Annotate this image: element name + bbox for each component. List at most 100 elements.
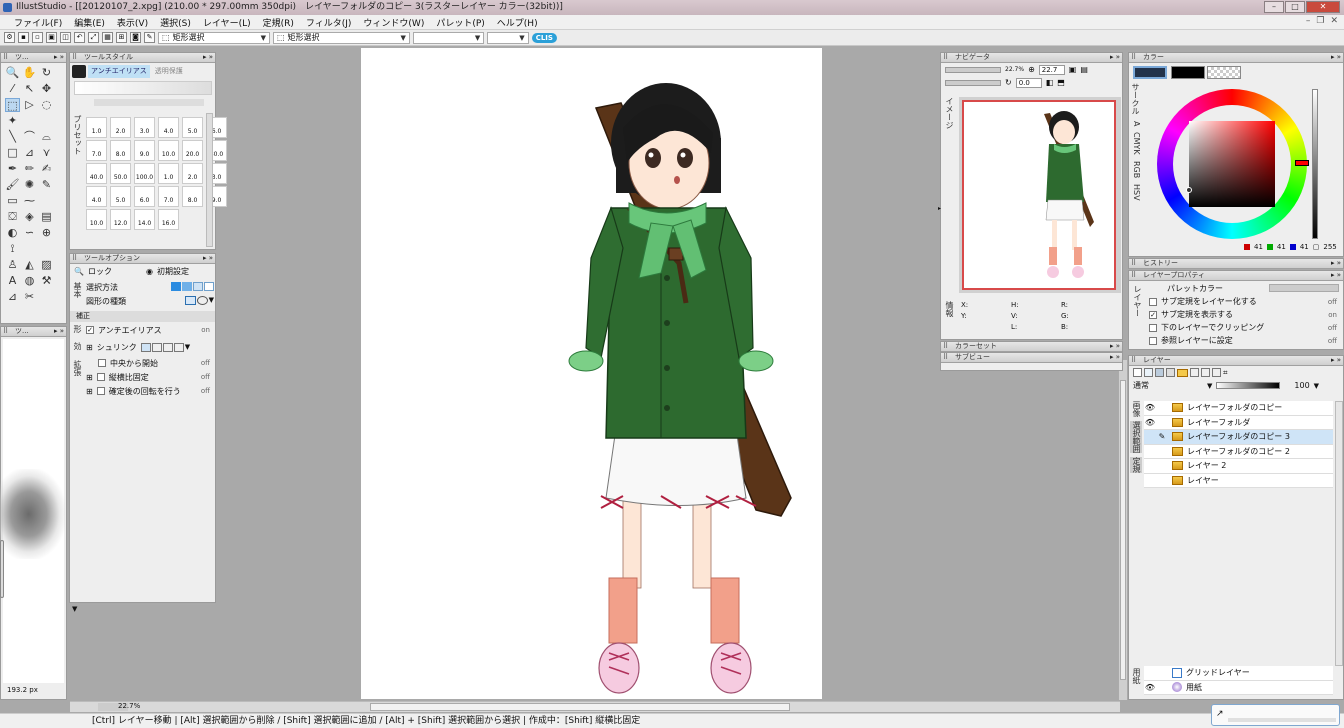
- new-selection-icon[interactable]: [171, 282, 181, 291]
- panel-menu-icon[interactable]: ▸ »: [203, 53, 213, 62]
- navigator-preview[interactable]: [959, 97, 1121, 293]
- scroll-thumb[interactable]: [1120, 380, 1126, 680]
- layer-prop-checkbox[interactable]: [1149, 323, 1157, 332]
- preset-scrollbar[interactable]: [206, 113, 213, 247]
- panel-menu-icon[interactable]: ▸ »: [1331, 271, 1341, 280]
- image-icon[interactable]: ▨: [39, 258, 54, 272]
- new-layer-icon[interactable]: [1133, 368, 1142, 377]
- lock-layer-icon[interactable]: [1212, 368, 1221, 377]
- stamp-icon[interactable]: ♙: [5, 258, 20, 272]
- tab-ruler-layers[interactable]: 定規: [1130, 457, 1142, 473]
- panel-menu-icon[interactable]: ▸ »: [54, 53, 64, 62]
- pen-icon[interactable]: ✎: [144, 32, 155, 43]
- option-select-3[interactable]: ▼: [412, 31, 485, 44]
- fix-ratio-checkbox[interactable]: [96, 373, 105, 381]
- eyedropper-icon[interactable]: ⁄: [5, 82, 20, 96]
- zoom-slider[interactable]: [945, 66, 1001, 73]
- main-color-swatch[interactable]: [1133, 66, 1167, 79]
- doc-close-button[interactable]: ✕: [1330, 16, 1338, 26]
- fit-icon[interactable]: ▣: [1069, 65, 1077, 74]
- doc-minimize-button[interactable]: –: [1306, 16, 1311, 26]
- layer-row[interactable]: レイヤーフォルダのコピー 2: [1144, 444, 1333, 459]
- shrink-mode-3-icon[interactable]: [162, 342, 173, 352]
- add-selection-icon[interactable]: [182, 282, 192, 291]
- menu-palette[interactable]: パレット(P): [436, 16, 484, 29]
- clip-studio-button[interactable]: CLIS: [531, 32, 557, 43]
- shrink-mode-4-icon[interactable]: [173, 342, 184, 352]
- brush-preset[interactable]: 7.0: [86, 140, 107, 161]
- brush-preset[interactable]: 4.0: [158, 117, 179, 138]
- eye-icon[interactable]: 👁: [1144, 403, 1156, 412]
- hue-cursor[interactable]: [1295, 160, 1309, 166]
- brush-preset[interactable]: 12.0: [110, 209, 131, 230]
- gradient-icon[interactable]: ▤: [39, 210, 54, 224]
- view-mode-icon[interactable]: ▤: [1080, 65, 1088, 74]
- palette-color-select[interactable]: [1269, 284, 1339, 292]
- layer-row[interactable]: レイヤー: [1144, 473, 1333, 488]
- tab-circle[interactable]: サークル: [1131, 83, 1141, 115]
- layer-prop-checkbox[interactable]: [1149, 297, 1157, 306]
- mask-icon[interactable]: [1201, 368, 1210, 377]
- panel-menu-icon[interactable]: ▸ »: [54, 327, 64, 336]
- tab-antialias[interactable]: アンチエイリアス: [88, 65, 150, 78]
- expand-icon[interactable]: ⊞: [86, 373, 93, 382]
- brush-preset[interactable]: 100.0: [134, 163, 155, 184]
- panel-menu-icon[interactable]: ▸ »: [1110, 53, 1120, 62]
- blur-icon[interactable]: ⁓: [22, 194, 37, 208]
- panel-menu-icon[interactable]: ▸ »: [203, 254, 213, 263]
- fit-icon[interactable]: ⤢: [88, 32, 99, 43]
- layer-prop-checkbox[interactable]: [1149, 336, 1157, 345]
- dodge-icon[interactable]: ◭: [22, 258, 37, 272]
- brush-preset[interactable]: 50.0: [110, 163, 131, 184]
- line-icon[interactable]: ╲: [5, 130, 20, 144]
- move-icon[interactable]: ✥: [39, 82, 54, 96]
- layer-row[interactable]: 👁 レイヤーフォルダのコピー: [1144, 401, 1333, 416]
- save-icon[interactable]: ▣: [46, 32, 57, 43]
- pen-tool-icon[interactable]: ✒: [5, 162, 20, 176]
- canvas-paper[interactable]: [361, 48, 822, 699]
- new-folder-icon[interactable]: [1177, 368, 1188, 377]
- duplicate-layer-icon[interactable]: [1155, 368, 1164, 377]
- splitter-arrow-icon[interactable]: ▸: [938, 205, 942, 213]
- brush-icon[interactable]: 🖌: [5, 178, 20, 192]
- polygon-select-icon[interactable]: ▷: [22, 98, 37, 112]
- layer-select-icon[interactable]: ↖: [22, 82, 37, 96]
- pencil-icon[interactable]: ✏: [22, 162, 37, 176]
- expand-icon[interactable]: ⊞: [86, 387, 93, 396]
- hue-ring[interactable]: [1157, 89, 1309, 239]
- paper-layer-row[interactable]: 👁 用紙: [1144, 680, 1333, 695]
- brush-preset[interactable]: 5.0: [182, 117, 203, 138]
- tab-transparency-protect[interactable]: 透明保護: [152, 65, 186, 78]
- tab-hsv[interactable]: HSV: [1131, 184, 1141, 201]
- brush-preset[interactable]: 20.0: [182, 140, 203, 161]
- delete-layer-icon[interactable]: [1190, 368, 1199, 377]
- selection-mode-select-2[interactable]: ⬚ 矩形選択 ▼: [272, 31, 410, 44]
- preset-tab[interactable]: プリセット: [72, 115, 83, 155]
- rectangle-icon[interactable]: □: [5, 146, 20, 160]
- vertical-scrollbar[interactable]: [1118, 360, 1127, 700]
- brush-preset[interactable]: 1.0: [158, 163, 179, 184]
- tone-icon[interactable]: ◐: [5, 226, 20, 240]
- menu-select[interactable]: 選択(S): [160, 16, 191, 29]
- brush-preset[interactable]: 40.0: [86, 163, 107, 184]
- eye-icon[interactable]: 👁: [1144, 683, 1156, 692]
- brush-preset[interactable]: 5.0: [110, 186, 131, 207]
- panel-menu-icon[interactable]: ▸ »: [1110, 353, 1120, 362]
- panel-menu-icon[interactable]: ▸ »: [1331, 259, 1341, 268]
- camera-icon[interactable]: ◙: [130, 32, 141, 43]
- new-vector-layer-icon[interactable]: [1144, 368, 1153, 377]
- menu-ruler[interactable]: 定規(R): [263, 16, 294, 29]
- tab-selection-layers[interactable]: 選択範囲: [1130, 421, 1142, 453]
- flip-h-icon[interactable]: ◧: [1046, 78, 1054, 87]
- rotate-after-checkbox[interactable]: [96, 387, 105, 395]
- merge-layer-icon[interactable]: [1166, 368, 1175, 377]
- panel-header[interactable]: ⠿ ヒストリー ▸ »: [1129, 259, 1343, 269]
- rotate-icon[interactable]: ↻: [1005, 78, 1012, 87]
- perspective-icon[interactable]: ⋎: [39, 146, 54, 160]
- layer-prop-checkbox[interactable]: ✓: [1149, 310, 1157, 319]
- smudge-icon[interactable]: ∽: [22, 226, 37, 240]
- scroll-thumb[interactable]: [370, 703, 790, 711]
- menu-help[interactable]: ヘルプ(H): [497, 16, 538, 29]
- transparent-swatch[interactable]: [1207, 66, 1241, 79]
- opacity-value[interactable]: 100: [1294, 381, 1309, 390]
